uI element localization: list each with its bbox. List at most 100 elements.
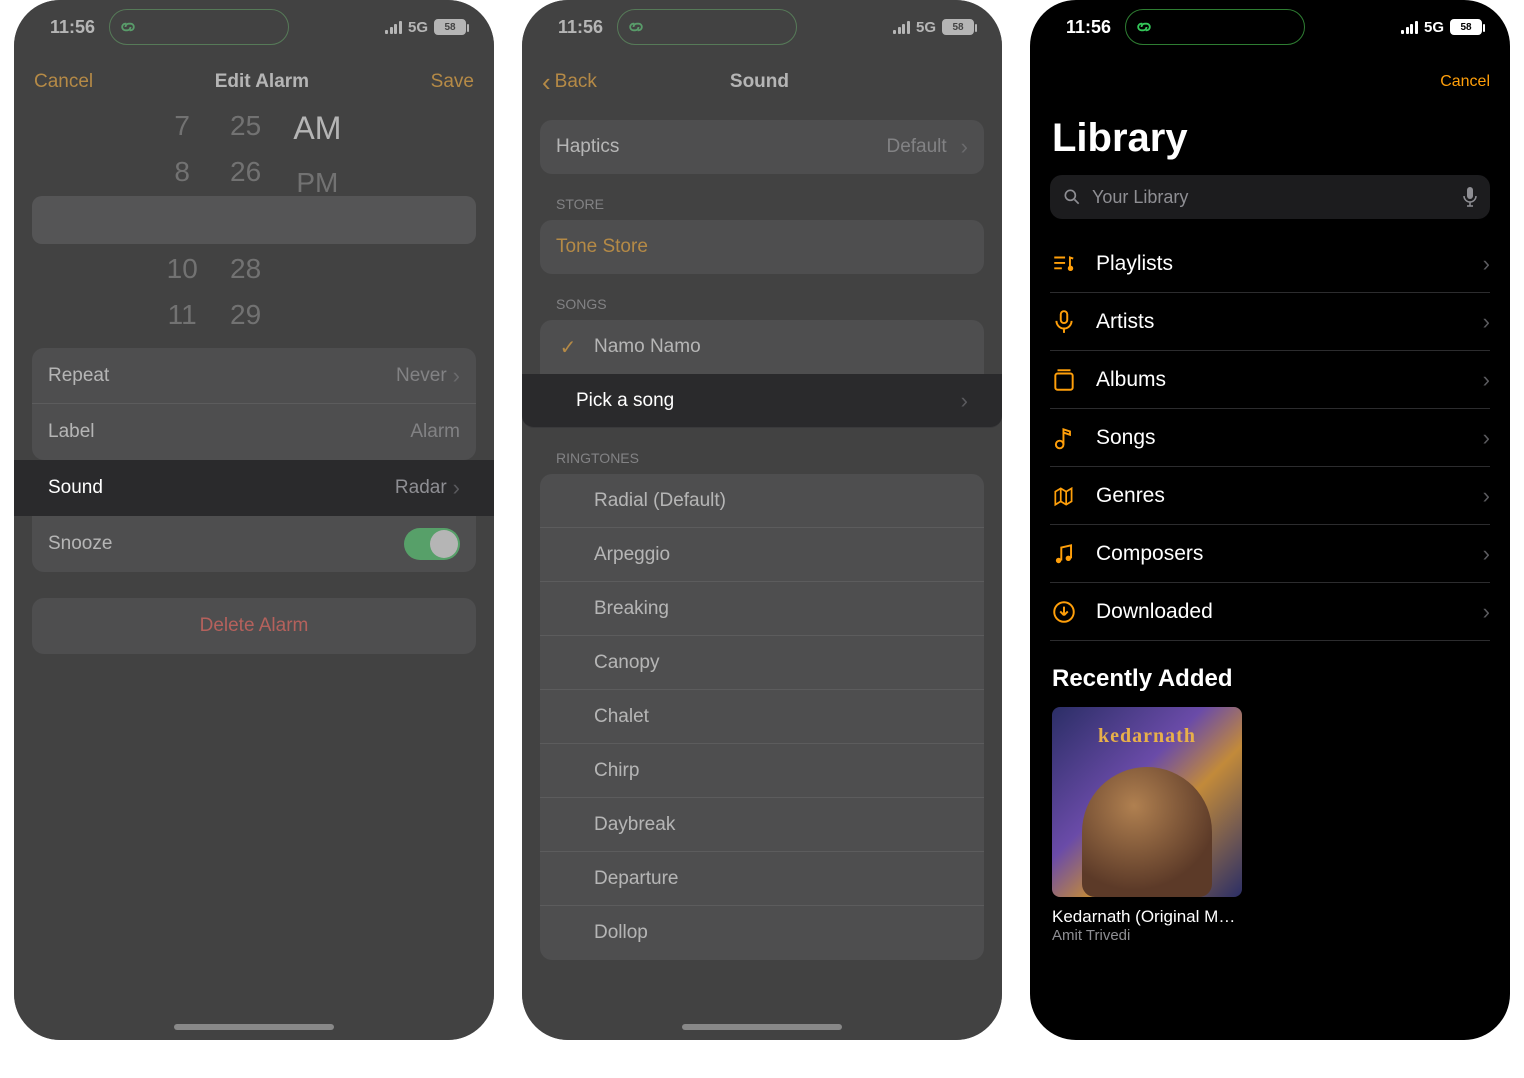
playlist-icon — [1050, 251, 1078, 277]
library-row-download[interactable]: Downloaded › — [1050, 583, 1490, 641]
label-row[interactable]: Label Alarm — [32, 404, 476, 460]
status-bar: 11:56 5G 58 — [14, 0, 494, 54]
library-row-playlist[interactable]: Playlists › — [1050, 235, 1490, 293]
chevron-right-icon: › — [453, 363, 460, 389]
network-label: 5G — [408, 19, 428, 36]
dynamic-island[interactable] — [109, 9, 289, 45]
composer-icon — [1050, 541, 1078, 567]
album-cover: kedarnath — [1052, 707, 1242, 897]
chevron-right-icon: › — [1483, 425, 1490, 451]
download-icon — [1050, 599, 1078, 625]
ringtone-row[interactable]: Departure — [540, 852, 984, 906]
battery-icon: 58 — [434, 19, 466, 35]
album-title: Kedarnath (Original Mo… — [1052, 907, 1242, 927]
library-row-genre[interactable]: Genres › — [1050, 467, 1490, 525]
link-icon — [118, 17, 138, 37]
snooze-list: Snooze — [32, 516, 476, 572]
chevron-right-icon: › — [1483, 251, 1490, 277]
chevron-right-icon: › — [1483, 599, 1490, 625]
haptics-label: Haptics — [556, 136, 619, 158]
haptics-row[interactable]: Haptics Default › — [540, 120, 984, 174]
signal-bars-icon — [385, 20, 402, 34]
network-label: 5G — [1424, 19, 1444, 36]
microphone-icon[interactable] — [1462, 186, 1478, 208]
ringtone-row[interactable]: Daybreak — [540, 798, 984, 852]
chevron-right-icon: › — [1483, 483, 1490, 509]
ringtone-row[interactable]: Breaking — [540, 582, 984, 636]
library-item-label: Playlists — [1096, 252, 1173, 276]
delete-alarm-button[interactable]: Delete Alarm — [32, 598, 476, 654]
screen-library: 11:56 5G 58 Cancel Library Your Library … — [1030, 0, 1510, 1040]
chevron-right-icon: › — [1483, 309, 1490, 335]
status-bar: 11:56 5G 58 — [1030, 0, 1510, 54]
ringtone-row[interactable]: Chirp — [540, 744, 984, 798]
network-label: 5G — [916, 19, 936, 36]
status-time: 11:56 — [1066, 17, 1111, 38]
signal-bars-icon — [1401, 20, 1418, 34]
nav-bar: Cancel Edit Alarm Save — [14, 54, 494, 110]
sound-row[interactable]: Sound Radar› — [14, 460, 494, 516]
nav-bar: Cancel — [1030, 54, 1510, 110]
time-picker[interactable]: 78 9 1011 2526 27 2829 AM PM — [14, 110, 494, 330]
snooze-row: Snooze — [32, 516, 476, 572]
home-indicator[interactable] — [682, 1024, 842, 1030]
search-input[interactable]: Your Library — [1050, 175, 1490, 219]
store-header: STORE — [522, 174, 1002, 220]
label-label: Label — [48, 421, 95, 443]
cancel-button[interactable]: Cancel — [1440, 73, 1490, 91]
pick-a-song-row[interactable]: Pick a song › — [522, 374, 1002, 428]
library-item-label: Albums — [1096, 368, 1166, 392]
search-placeholder: Your Library — [1092, 187, 1452, 208]
library-item-label: Downloaded — [1096, 600, 1213, 624]
ringtones-header: RINGTONES — [522, 428, 1002, 474]
library-item-label: Songs — [1096, 426, 1156, 450]
snooze-label: Snooze — [48, 533, 112, 555]
library-item-label: Genres — [1096, 484, 1165, 508]
battery-icon: 58 — [1450, 19, 1482, 35]
ringtone-row[interactable]: Canopy — [540, 636, 984, 690]
chevron-right-icon: › — [961, 388, 968, 414]
screen-sound: 11:56 5G 58 ‹Back Sound Haptics Default … — [522, 0, 1002, 1040]
library-list: Playlists›Artists›Albums›Songs›Genres›Co… — [1050, 235, 1490, 641]
back-button[interactable]: ‹Back — [542, 67, 597, 98]
album-artist: Amit Trivedi — [1052, 927, 1242, 944]
ringtone-row[interactable]: Radial (Default) — [540, 474, 984, 528]
ringtone-row[interactable]: Arpeggio — [540, 528, 984, 582]
tone-store-row[interactable]: Tone Store — [540, 220, 984, 274]
link-icon — [626, 17, 646, 37]
song-icon — [1050, 425, 1078, 451]
sound-label: Sound — [48, 477, 103, 499]
alarm-options-list: Repeat Never› Label Alarm — [32, 348, 476, 460]
signal-bars-icon — [893, 20, 910, 34]
status-time: 11:56 — [558, 17, 603, 38]
genre-icon — [1050, 483, 1078, 509]
cancel-button[interactable]: Cancel — [34, 71, 93, 93]
link-icon — [1134, 17, 1154, 37]
snooze-toggle[interactable] — [404, 528, 460, 560]
search-icon — [1062, 187, 1082, 207]
page-title: Library — [1030, 110, 1510, 175]
library-row-artist[interactable]: Artists› — [1050, 293, 1490, 351]
save-button[interactable]: Save — [431, 71, 474, 93]
library-row-song[interactable]: Songs › — [1050, 409, 1490, 467]
status-time: 11:56 — [50, 17, 95, 38]
status-bar: 11:56 5G 58 — [522, 0, 1002, 54]
checkmark-icon: ✓ — [556, 335, 580, 360]
ringtone-row[interactable]: Dollop — [540, 906, 984, 960]
recently-added-header: Recently Added — [1030, 641, 1510, 707]
ringtone-row[interactable]: Chalet — [540, 690, 984, 744]
album-card[interactable]: kedarnath Kedarnath (Original Mo… Amit T… — [1052, 707, 1242, 944]
chevron-right-icon: › — [1483, 541, 1490, 567]
screen-edit-alarm: 11:56 5G 58 Cancel Edit Alarm Save 78 9 … — [14, 0, 494, 1040]
home-indicator[interactable] — [174, 1024, 334, 1030]
dynamic-island[interactable] — [617, 9, 797, 45]
library-row-album[interactable]: Albums › — [1050, 351, 1490, 409]
ringtones-list: Radial (Default)ArpeggioBreakingCanopyCh… — [540, 474, 984, 960]
dynamic-island[interactable] — [1125, 9, 1305, 45]
song-row[interactable]: ✓ Namo Namo — [540, 320, 984, 374]
repeat-label: Repeat — [48, 365, 109, 387]
repeat-row[interactable]: Repeat Never› — [32, 348, 476, 404]
library-row-composer[interactable]: Composers› — [1050, 525, 1490, 583]
chevron-right-icon: › — [1483, 367, 1490, 393]
chevron-right-icon: › — [961, 134, 968, 160]
